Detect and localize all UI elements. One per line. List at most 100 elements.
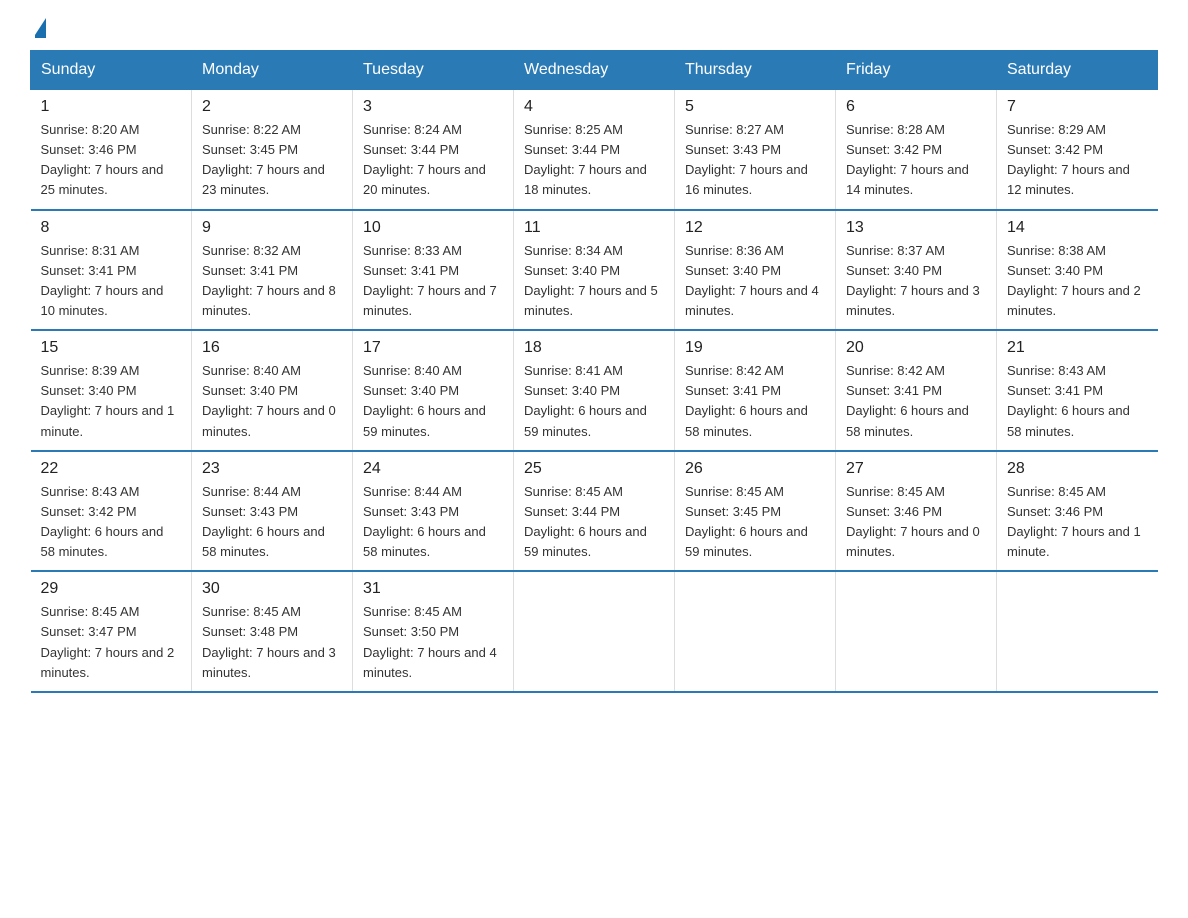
day-number: 12 [685, 219, 825, 237]
day-number: 3 [363, 98, 503, 116]
calendar-cell: 8 Sunrise: 8:31 AMSunset: 3:41 PMDayligh… [31, 210, 192, 331]
day-number: 5 [685, 98, 825, 116]
day-info: Sunrise: 8:43 AMSunset: 3:41 PMDaylight:… [1007, 361, 1148, 442]
calendar-cell: 19 Sunrise: 8:42 AMSunset: 3:41 PMDaylig… [675, 330, 836, 451]
day-info: Sunrise: 8:25 AMSunset: 3:44 PMDaylight:… [524, 120, 664, 201]
calendar-cell: 24 Sunrise: 8:44 AMSunset: 3:43 PMDaylig… [353, 451, 514, 572]
calendar-week-row: 29 Sunrise: 8:45 AMSunset: 3:47 PMDaylig… [31, 571, 1158, 692]
calendar-cell: 26 Sunrise: 8:45 AMSunset: 3:45 PMDaylig… [675, 451, 836, 572]
calendar-cell: 17 Sunrise: 8:40 AMSunset: 3:40 PMDaylig… [353, 330, 514, 451]
header-monday: Monday [192, 51, 353, 90]
calendar-cell: 10 Sunrise: 8:33 AMSunset: 3:41 PMDaylig… [353, 210, 514, 331]
day-info: Sunrise: 8:45 AMSunset: 3:45 PMDaylight:… [685, 482, 825, 563]
day-info: Sunrise: 8:44 AMSunset: 3:43 PMDaylight:… [363, 482, 503, 563]
calendar-cell: 13 Sunrise: 8:37 AMSunset: 3:40 PMDaylig… [836, 210, 997, 331]
day-info: Sunrise: 8:38 AMSunset: 3:40 PMDaylight:… [1007, 241, 1148, 322]
day-number: 15 [41, 339, 182, 357]
day-number: 20 [846, 339, 986, 357]
calendar-cell: 15 Sunrise: 8:39 AMSunset: 3:40 PMDaylig… [31, 330, 192, 451]
calendar-cell: 1 Sunrise: 8:20 AMSunset: 3:46 PMDayligh… [31, 90, 192, 210]
day-info: Sunrise: 8:29 AMSunset: 3:42 PMDaylight:… [1007, 120, 1148, 201]
day-number: 21 [1007, 339, 1148, 357]
day-info: Sunrise: 8:42 AMSunset: 3:41 PMDaylight:… [846, 361, 986, 442]
day-number: 8 [41, 219, 182, 237]
calendar-cell: 6 Sunrise: 8:28 AMSunset: 3:42 PMDayligh… [836, 90, 997, 210]
day-info: Sunrise: 8:45 AMSunset: 3:48 PMDaylight:… [202, 602, 342, 683]
day-number: 22 [41, 460, 182, 478]
day-info: Sunrise: 8:37 AMSunset: 3:40 PMDaylight:… [846, 241, 986, 322]
day-info: Sunrise: 8:20 AMSunset: 3:46 PMDaylight:… [41, 120, 182, 201]
calendar-cell: 25 Sunrise: 8:45 AMSunset: 3:44 PMDaylig… [514, 451, 675, 572]
day-info: Sunrise: 8:28 AMSunset: 3:42 PMDaylight:… [846, 120, 986, 201]
day-number: 27 [846, 460, 986, 478]
logo-triangle-inner [27, 26, 35, 38]
calendar-cell: 28 Sunrise: 8:45 AMSunset: 3:46 PMDaylig… [997, 451, 1158, 572]
day-info: Sunrise: 8:44 AMSunset: 3:43 PMDaylight:… [202, 482, 342, 563]
calendar-cell: 18 Sunrise: 8:41 AMSunset: 3:40 PMDaylig… [514, 330, 675, 451]
calendar-cell: 7 Sunrise: 8:29 AMSunset: 3:42 PMDayligh… [997, 90, 1158, 210]
day-number: 6 [846, 98, 986, 116]
day-number: 13 [846, 219, 986, 237]
calendar-cell: 3 Sunrise: 8:24 AMSunset: 3:44 PMDayligh… [353, 90, 514, 210]
calendar-cell [675, 571, 836, 692]
day-number: 10 [363, 219, 503, 237]
day-info: Sunrise: 8:22 AMSunset: 3:45 PMDaylight:… [202, 120, 342, 201]
day-info: Sunrise: 8:27 AMSunset: 3:43 PMDaylight:… [685, 120, 825, 201]
header-tuesday: Tuesday [353, 51, 514, 90]
day-info: Sunrise: 8:39 AMSunset: 3:40 PMDaylight:… [41, 361, 182, 442]
day-number: 14 [1007, 219, 1148, 237]
header-wednesday: Wednesday [514, 51, 675, 90]
day-info: Sunrise: 8:32 AMSunset: 3:41 PMDaylight:… [202, 241, 342, 322]
calendar-cell: 2 Sunrise: 8:22 AMSunset: 3:45 PMDayligh… [192, 90, 353, 210]
calendar-cell: 11 Sunrise: 8:34 AMSunset: 3:40 PMDaylig… [514, 210, 675, 331]
day-info: Sunrise: 8:45 AMSunset: 3:46 PMDaylight:… [1007, 482, 1148, 563]
calendar-cell: 22 Sunrise: 8:43 AMSunset: 3:42 PMDaylig… [31, 451, 192, 572]
day-number: 26 [685, 460, 825, 478]
day-number: 23 [202, 460, 342, 478]
header-sunday: Sunday [31, 51, 192, 90]
calendar-cell: 12 Sunrise: 8:36 AMSunset: 3:40 PMDaylig… [675, 210, 836, 331]
day-info: Sunrise: 8:33 AMSunset: 3:41 PMDaylight:… [363, 241, 503, 322]
day-number: 17 [363, 339, 503, 357]
calendar-cell: 30 Sunrise: 8:45 AMSunset: 3:48 PMDaylig… [192, 571, 353, 692]
day-info: Sunrise: 8:43 AMSunset: 3:42 PMDaylight:… [41, 482, 182, 563]
calendar-cell [997, 571, 1158, 692]
day-number: 7 [1007, 98, 1148, 116]
day-number: 29 [41, 580, 182, 598]
day-info: Sunrise: 8:34 AMSunset: 3:40 PMDaylight:… [524, 241, 664, 322]
calendar-table: SundayMondayTuesdayWednesdayThursdayFrid… [30, 50, 1158, 693]
calendar-cell [514, 571, 675, 692]
day-info: Sunrise: 8:45 AMSunset: 3:47 PMDaylight:… [41, 602, 182, 683]
day-number: 19 [685, 339, 825, 357]
day-number: 31 [363, 580, 503, 598]
day-number: 11 [524, 219, 664, 237]
day-number: 2 [202, 98, 342, 116]
day-info: Sunrise: 8:40 AMSunset: 3:40 PMDaylight:… [363, 361, 503, 442]
calendar-cell: 20 Sunrise: 8:42 AMSunset: 3:41 PMDaylig… [836, 330, 997, 451]
logo [30, 20, 46, 40]
day-number: 16 [202, 339, 342, 357]
day-info: Sunrise: 8:45 AMSunset: 3:46 PMDaylight:… [846, 482, 986, 563]
header-saturday: Saturday [997, 51, 1158, 90]
day-number: 30 [202, 580, 342, 598]
day-info: Sunrise: 8:45 AMSunset: 3:50 PMDaylight:… [363, 602, 503, 683]
day-info: Sunrise: 8:41 AMSunset: 3:40 PMDaylight:… [524, 361, 664, 442]
day-number: 1 [41, 98, 182, 116]
day-info: Sunrise: 8:45 AMSunset: 3:44 PMDaylight:… [524, 482, 664, 563]
calendar-cell: 27 Sunrise: 8:45 AMSunset: 3:46 PMDaylig… [836, 451, 997, 572]
page-header [30, 20, 1158, 40]
day-number: 28 [1007, 460, 1148, 478]
day-number: 25 [524, 460, 664, 478]
calendar-cell: 29 Sunrise: 8:45 AMSunset: 3:47 PMDaylig… [31, 571, 192, 692]
calendar-week-row: 22 Sunrise: 8:43 AMSunset: 3:42 PMDaylig… [31, 451, 1158, 572]
day-info: Sunrise: 8:36 AMSunset: 3:40 PMDaylight:… [685, 241, 825, 322]
day-info: Sunrise: 8:24 AMSunset: 3:44 PMDaylight:… [363, 120, 503, 201]
header-thursday: Thursday [675, 51, 836, 90]
calendar-cell: 21 Sunrise: 8:43 AMSunset: 3:41 PMDaylig… [997, 330, 1158, 451]
calendar-header-row: SundayMondayTuesdayWednesdayThursdayFrid… [31, 51, 1158, 90]
calendar-cell: 5 Sunrise: 8:27 AMSunset: 3:43 PMDayligh… [675, 90, 836, 210]
calendar-cell: 23 Sunrise: 8:44 AMSunset: 3:43 PMDaylig… [192, 451, 353, 572]
day-info: Sunrise: 8:40 AMSunset: 3:40 PMDaylight:… [202, 361, 342, 442]
day-number: 24 [363, 460, 503, 478]
calendar-cell: 16 Sunrise: 8:40 AMSunset: 3:40 PMDaylig… [192, 330, 353, 451]
